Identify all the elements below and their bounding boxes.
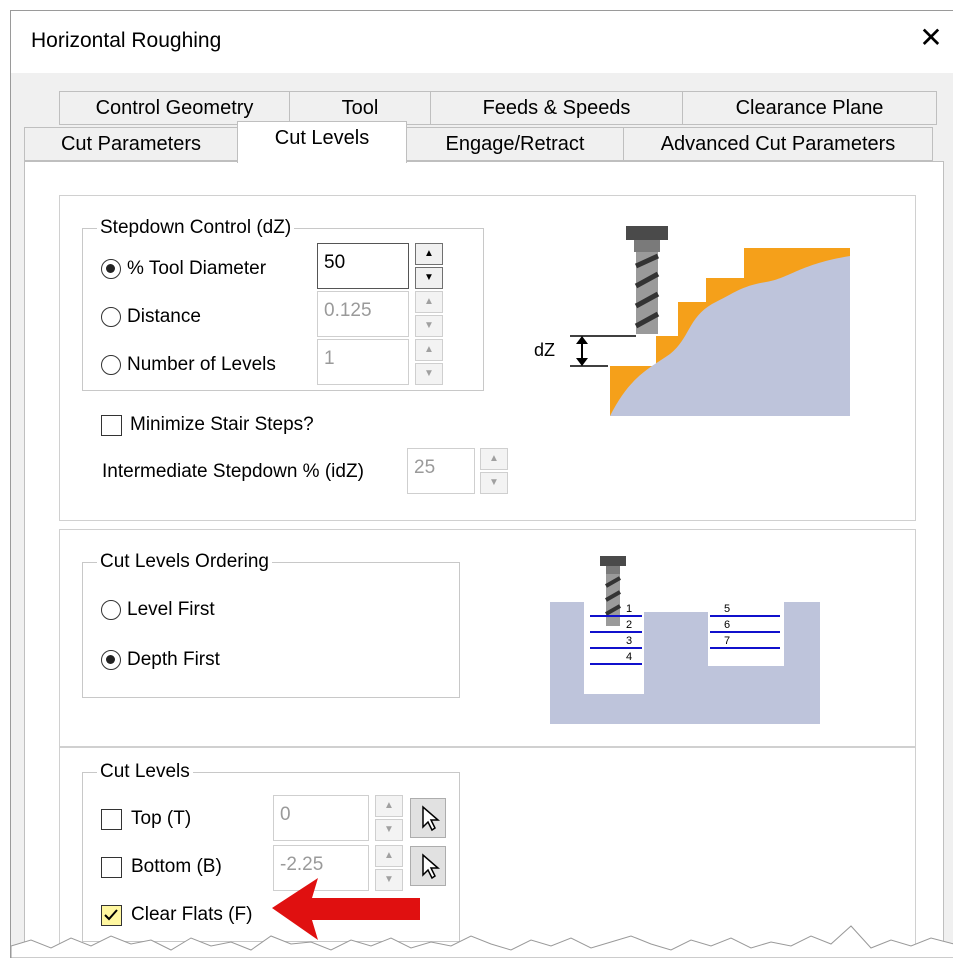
label-level-first: Level First	[127, 599, 215, 620]
label-bottom: Bottom (B)	[131, 856, 222, 877]
tab-tool[interactable]: Tool	[289, 91, 431, 125]
intermediate-stepdown-spinner[interactable]: ▲ ▼	[480, 448, 508, 494]
spin-down-icon[interactable]: ▼	[415, 315, 443, 337]
minimize-stair-steps-checkbox[interactable]	[101, 415, 122, 436]
order-num-3: 3	[626, 635, 632, 647]
distance-spinner[interactable]: ▲ ▼	[415, 291, 443, 337]
intermediate-stepdown-input[interactable]: 25	[407, 448, 475, 494]
top-checkbox[interactable]	[101, 809, 122, 830]
radio-distance[interactable]	[101, 307, 121, 327]
radio-level-first[interactable]	[101, 600, 121, 620]
stepdown-group-label: Stepdown Control (dZ)	[97, 217, 295, 239]
radio-number-of-levels[interactable]	[101, 355, 121, 375]
order-num-7: 7	[724, 635, 730, 647]
tab-clearance-plane[interactable]: Clearance Plane	[682, 91, 937, 125]
spin-up-icon[interactable]: ▲	[480, 448, 508, 470]
radio-tool-diameter[interactable]	[101, 259, 121, 279]
ordering-diagram: 1 2 3 4 5 6 7	[550, 556, 820, 724]
spin-up-icon[interactable]: ▲	[375, 845, 403, 867]
label-minimize-stair-steps: Minimize Stair Steps?	[130, 414, 314, 435]
number-of-levels-spinner[interactable]: ▲ ▼	[415, 339, 443, 385]
window-title: Horizontal Roughing	[31, 29, 222, 52]
order-num-6: 6	[724, 619, 730, 631]
label-number-of-levels: Number of Levels	[127, 354, 276, 375]
spin-down-icon[interactable]: ▼	[415, 363, 443, 385]
top-input[interactable]: 0	[273, 795, 369, 841]
label-top: Top (T)	[131, 808, 192, 829]
tab-content: Stepdown Control (dZ) % Tool Diameter 50…	[24, 161, 944, 958]
tab-feeds-speeds[interactable]: Feeds & Speeds	[430, 91, 683, 125]
dialog-window: Horizontal Roughing ✕ Control Geometry T…	[10, 10, 953, 958]
select-pointer-icon	[422, 805, 441, 832]
tool-diameter-input[interactable]: 50	[317, 243, 409, 289]
torn-edge	[11, 925, 953, 958]
order-num-4: 4	[626, 651, 632, 663]
close-icon[interactable]: ✕	[918, 23, 944, 53]
order-num-2: 2	[626, 619, 632, 631]
ordering-groupbox: Cut Levels Ordering Level First Depth Fi…	[82, 551, 460, 698]
spin-up-icon[interactable]: ▲	[415, 339, 443, 361]
spin-up-icon[interactable]: ▲	[375, 795, 403, 817]
bottom-checkbox[interactable]	[101, 857, 122, 878]
label-distance: Distance	[127, 306, 201, 327]
spin-down-icon[interactable]: ▼	[415, 267, 443, 289]
spin-down-icon[interactable]: ▼	[480, 472, 508, 494]
cut-levels-group-label: Cut Levels	[97, 761, 193, 783]
tab-cut-parameters[interactable]: Cut Parameters	[24, 127, 238, 161]
stepdown-panel: Stepdown Control (dZ) % Tool Diameter 50…	[59, 195, 916, 521]
ordering-panel: Cut Levels Ordering Level First Depth Fi…	[59, 529, 916, 747]
tab-control-geometry[interactable]: Control Geometry	[59, 91, 290, 125]
title-bar: Horizontal Roughing ✕	[11, 11, 953, 73]
ordering-group-label: Cut Levels Ordering	[97, 551, 272, 573]
top-spinner[interactable]: ▲ ▼	[375, 795, 403, 841]
label-depth-first: Depth First	[127, 649, 220, 670]
distance-input[interactable]: 0.125	[317, 291, 409, 337]
stepdown-diagram: dZ	[534, 226, 850, 416]
spin-up-icon[interactable]: ▲	[415, 243, 443, 265]
label-tool-diameter: % Tool Diameter	[127, 258, 267, 279]
order-num-5: 5	[724, 603, 730, 615]
number-of-levels-input[interactable]: 1	[317, 339, 409, 385]
tab-engage-retract[interactable]: Engage/Retract	[406, 127, 624, 161]
tool-diameter-spinner[interactable]: ▲ ▼	[415, 243, 443, 289]
top-select-button[interactable]	[410, 798, 446, 838]
order-num-1: 1	[626, 603, 632, 615]
spin-down-icon[interactable]: ▼	[375, 819, 403, 841]
tab-advanced-cut-parameters[interactable]: Advanced Cut Parameters	[623, 127, 933, 161]
stepdown-groupbox: Stepdown Control (dZ) % Tool Diameter 50…	[82, 217, 484, 391]
label-intermediate-stepdown: Intermediate Stepdown % (idZ)	[102, 461, 364, 482]
radio-depth-first[interactable]	[101, 650, 121, 670]
spin-up-icon[interactable]: ▲	[415, 291, 443, 313]
tab-cut-levels[interactable]: Cut Levels	[237, 121, 407, 163]
dz-label: dZ	[534, 340, 555, 360]
